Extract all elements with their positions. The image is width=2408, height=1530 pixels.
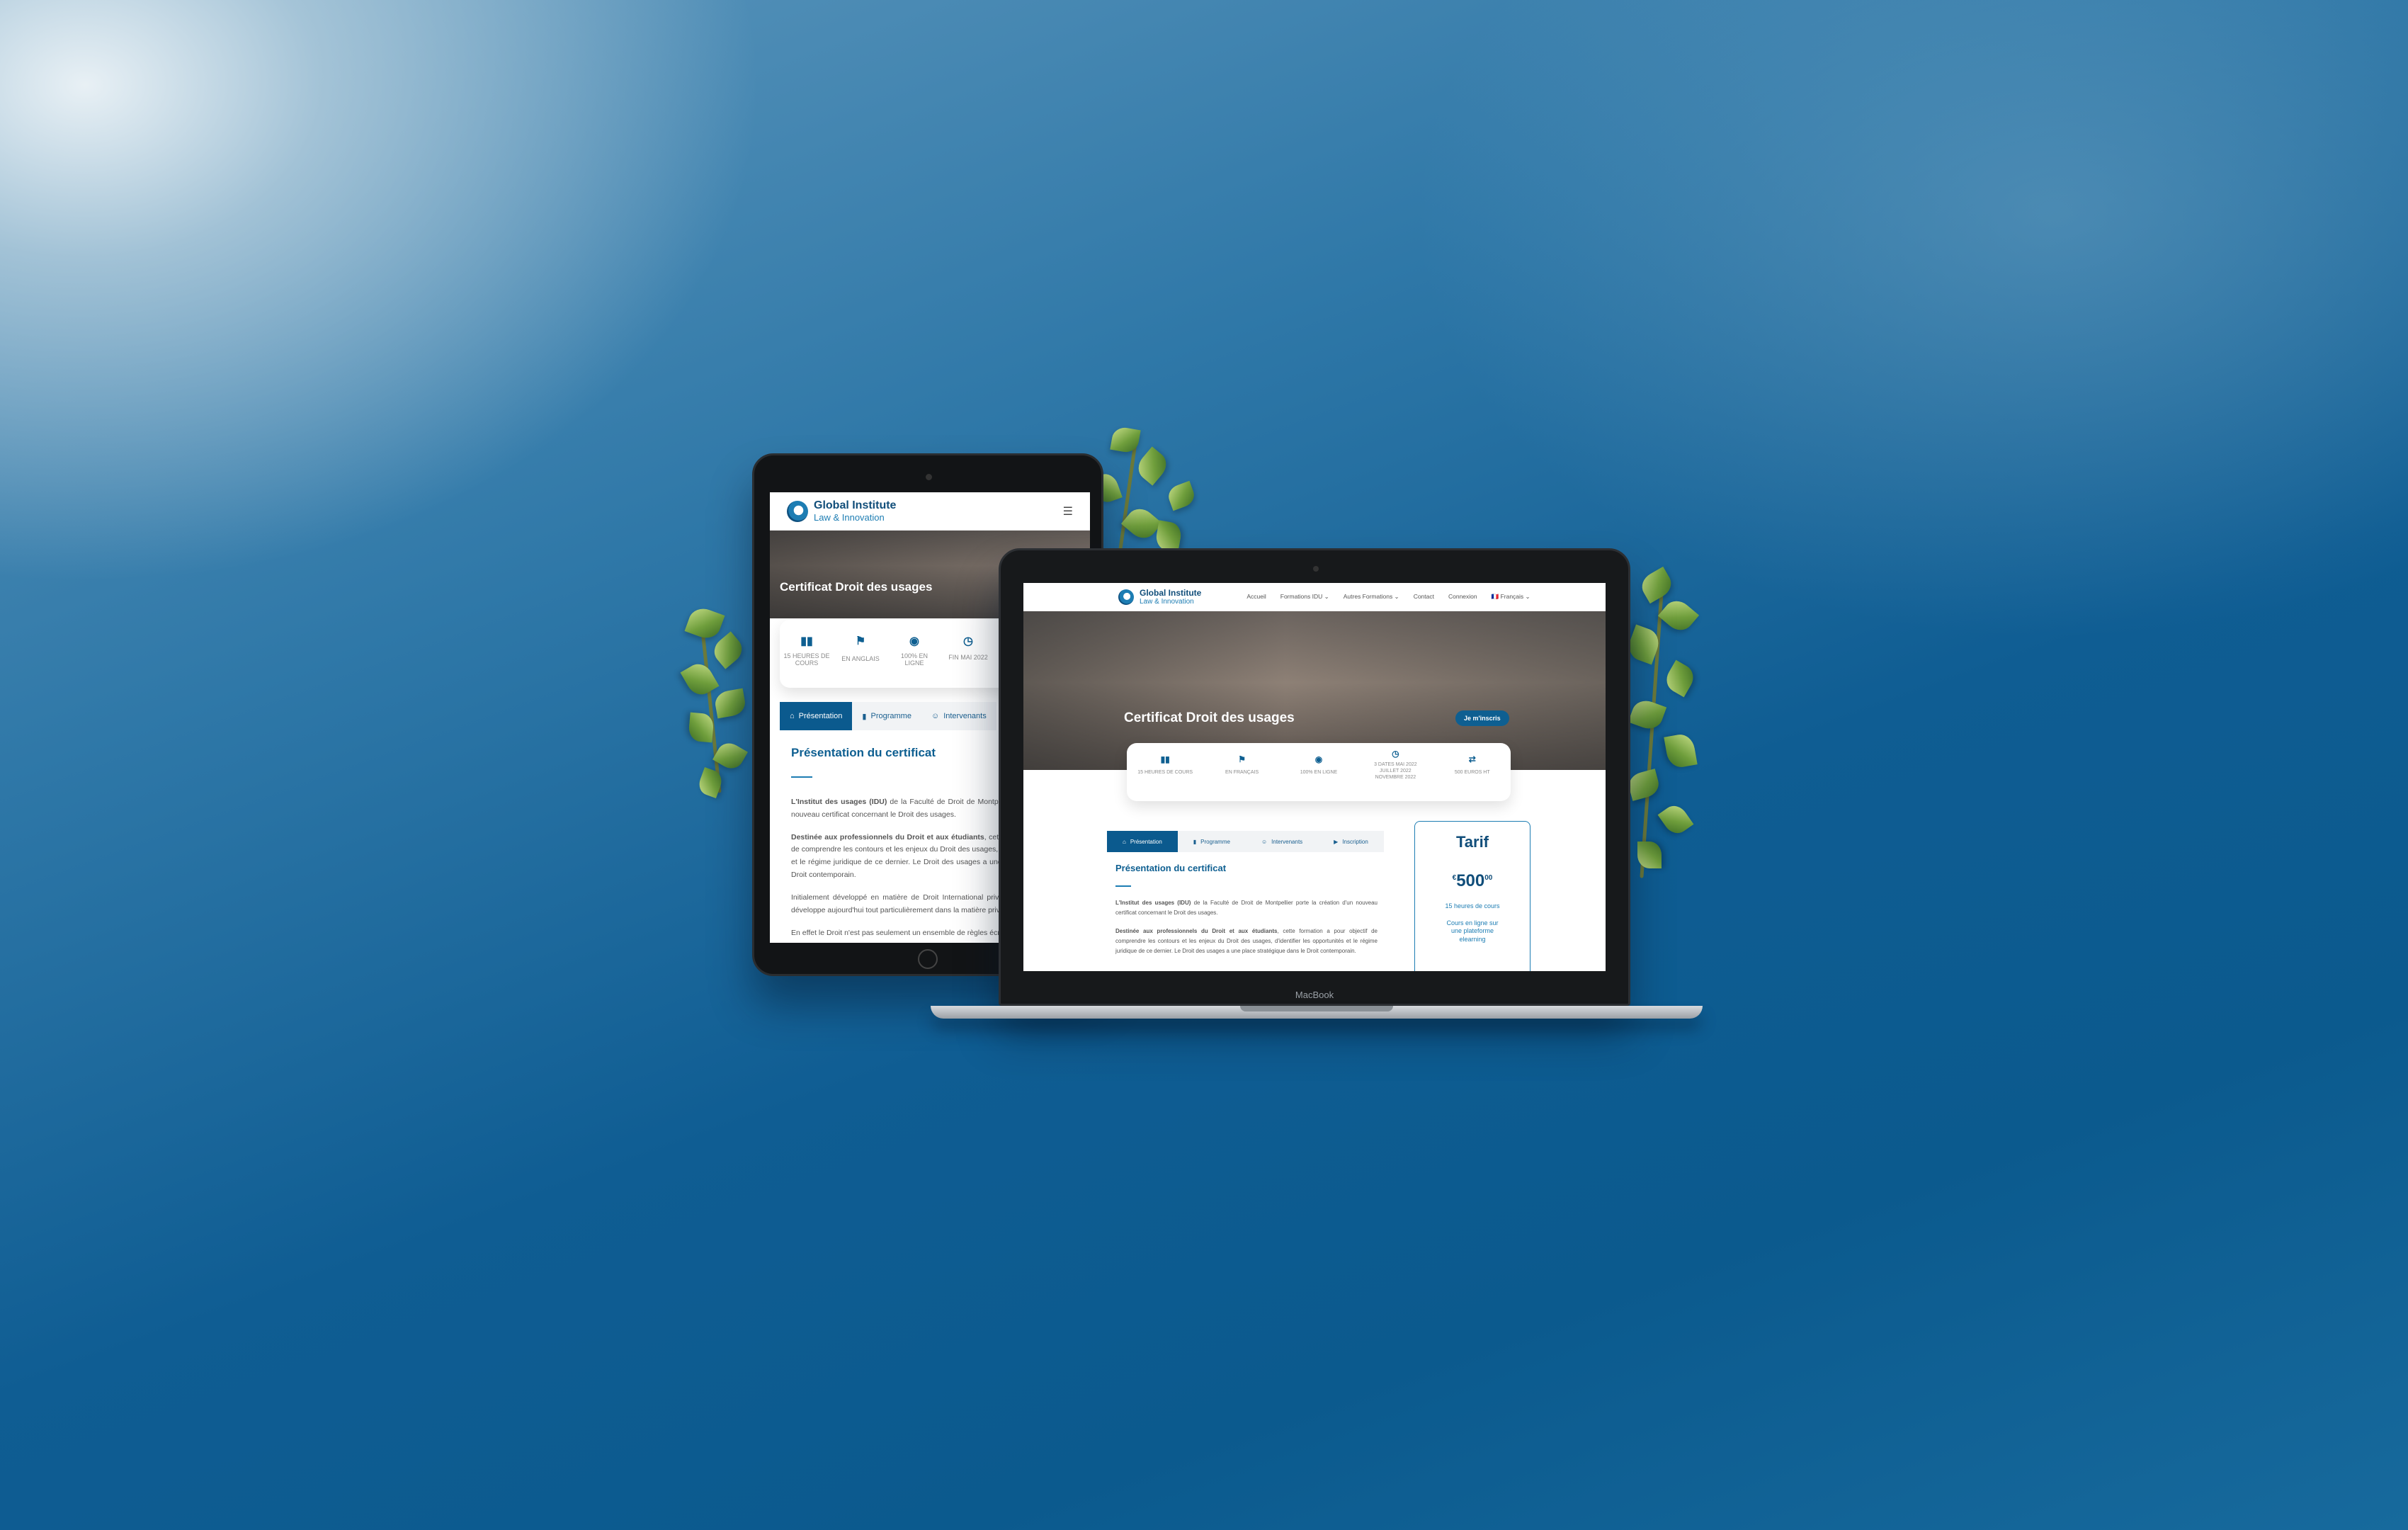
laptop-tabs: ⌂ Présentation ▮ Programme ☺ Intervenants ▶…	[1107, 831, 1384, 852]
stat-hours: ▮▮ 15 HEURES DE COURS	[783, 635, 830, 667]
logo-tagline: Law & Innovation	[1140, 597, 1194, 606]
book-icon: ▮▮	[800, 635, 813, 647]
book-icon: ▮▮	[1160, 754, 1170, 764]
flag-icon: ⚑	[855, 635, 866, 647]
stat-language: ⚑ EN FRANÇAIS	[1225, 754, 1259, 775]
laptop-screen: Global Institute Law & Innovation Accuei…	[1023, 583, 1606, 971]
tab-presentation[interactable]: ⌂ Présentation	[1107, 831, 1178, 852]
section-title: Présentation du certificat	[1115, 863, 1227, 873]
laptop-navbar: Global Institute Law & Innovation Accuei…	[1023, 583, 1606, 611]
nav-autres-formations[interactable]: Autres Formations ⌄	[1344, 593, 1399, 601]
device-brand-label: MacBook	[1295, 990, 1334, 1000]
pricing-hours: 15 heures de cours	[1445, 902, 1500, 910]
pricing-format: Cours en ligne sur une plateforme elearn…	[1446, 919, 1499, 944]
tablet-home-button[interactable]	[918, 949, 938, 969]
tab-programme[interactable]: ▮ Programme	[1177, 831, 1246, 852]
divider	[791, 776, 812, 778]
laptop-camera	[1313, 566, 1319, 572]
main-menu: Accueil Formations IDU ⌄ Autres Formatio…	[1246, 593, 1530, 601]
stat-end-date: ◷ FIN MAI 2022	[948, 635, 988, 661]
logo-name: Global Institute	[814, 499, 897, 511]
logo-icon[interactable]	[787, 500, 808, 522]
stat-hours: ▮▮ 15 HEURES DE COURS	[1137, 754, 1193, 775]
play-icon: ▶	[1334, 838, 1339, 845]
laptop-content: Présentation du certificat L'Institut de…	[1115, 861, 1378, 956]
tab-intervenants[interactable]: ☺ Intervenants	[921, 702, 996, 730]
tab-programme[interactable]: ▮ Programme	[852, 702, 921, 730]
paragraph: L'Institut des usages (IDU) de la Facult…	[1115, 899, 1378, 916]
nav-formations-idu[interactable]: Formations IDU ⌄	[1280, 593, 1329, 601]
paragraph: Destinée aux professionnels du Droit et …	[1115, 927, 1378, 954]
stat-online: ◉ 100% EN LIGNE	[1300, 754, 1338, 775]
globe-icon: ◉	[1314, 754, 1323, 764]
hero-title: Certificat Droit des usages	[1124, 710, 1295, 725]
stat-dates: ◷ 3 DATES MAI 2022 JUILLET 2022 NOVEMBRE…	[1374, 749, 1417, 781]
pricing-title: Tarif	[1455, 833, 1489, 851]
tablet-tabs: ⌂ Présentation ▮ Programme ☺ Intervenants	[780, 702, 996, 730]
pricing-card: Tarif €50000 15 heures de cours Cours en…	[1414, 821, 1530, 971]
divider	[1115, 885, 1131, 887]
register-button[interactable]: Je m'inscris	[1455, 710, 1509, 726]
stat-online: ◉ 100% EN LIGNE	[900, 635, 928, 667]
tab-intervenants[interactable]: ☺ Intervenants	[1245, 831, 1319, 852]
handshake-icon: ⇄	[1468, 754, 1476, 764]
stat-price: ⇄ 500 EUROS HT	[1454, 754, 1490, 775]
logo-tagline: Law & Innovation	[814, 512, 885, 523]
clock-icon: ◷	[963, 635, 973, 647]
nav-accueil[interactable]: Accueil	[1246, 593, 1266, 601]
globe-icon: ◉	[909, 635, 919, 647]
stat-language: ⚑ EN ANGLAIS	[841, 635, 880, 662]
nav-contact[interactable]: Contact	[1414, 593, 1434, 601]
hamburger-icon[interactable]: ☰	[1063, 504, 1073, 518]
nav-connexion[interactable]: Connexion	[1448, 593, 1477, 601]
flag-icon: ⚑	[1238, 754, 1246, 764]
logo-icon[interactable]	[1118, 589, 1134, 605]
laptop-notch	[1240, 1006, 1393, 1012]
tablet-navbar: Global Institute Law & Innovation ☰	[770, 492, 1090, 531]
tab-presentation[interactable]: ⌂ Présentation	[780, 702, 853, 730]
users-icon: ☺	[931, 712, 940, 720]
nav-language[interactable]: 🇫🇷 Français ⌄	[1492, 593, 1530, 601]
home-icon: ⌂	[1123, 838, 1126, 845]
hero-title: Certificat Droit des usages	[780, 580, 933, 594]
tab-inscription[interactable]: ▶ Inscription	[1318, 831, 1384, 852]
book-icon: ▮	[862, 712, 867, 721]
logo-text[interactable]: Global Institute Law & Innovation	[1140, 589, 1201, 606]
tablet-camera	[926, 474, 932, 480]
home-icon: ⌂	[790, 712, 795, 720]
pricing-amount: €50000	[1452, 871, 1493, 890]
logo-text[interactable]: Global Institute Law & Innovation	[814, 499, 897, 523]
laptop-device: Global Institute Law & Innovation Accuei…	[999, 548, 1630, 1006]
laptop-stats-card: ▮▮ 15 HEURES DE COURS ⚑ EN FRANÇAIS ◉ 10…	[1127, 743, 1511, 801]
users-icon: ☺	[1261, 838, 1268, 845]
clock-icon: ◷	[1392, 749, 1399, 759]
book-icon: ▮	[1193, 838, 1197, 845]
logo-name: Global Institute	[1140, 587, 1202, 598]
